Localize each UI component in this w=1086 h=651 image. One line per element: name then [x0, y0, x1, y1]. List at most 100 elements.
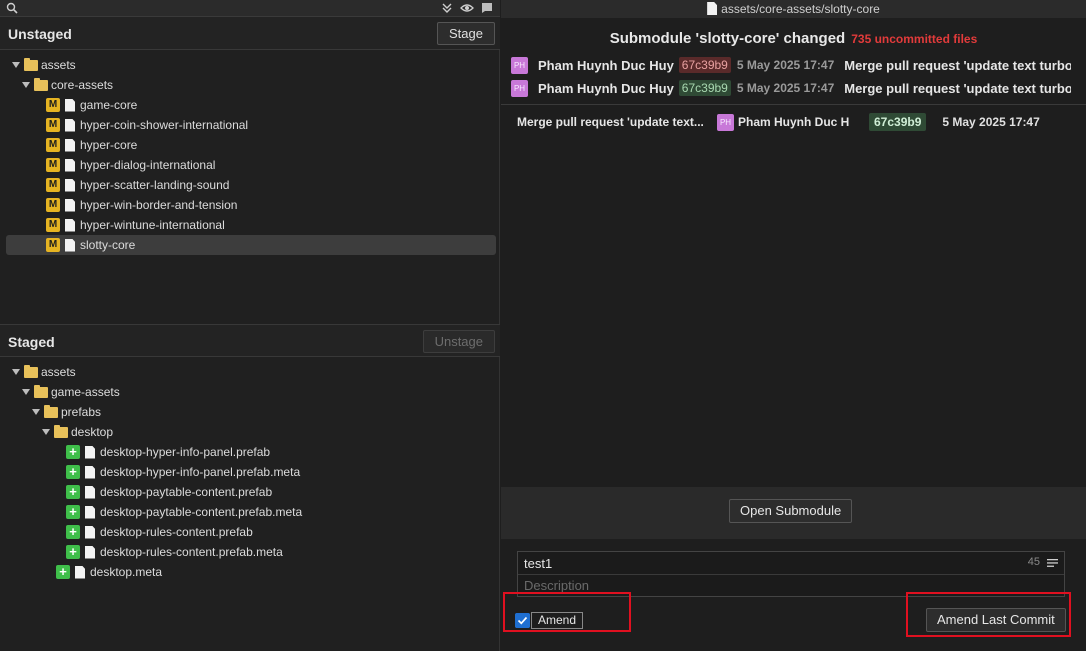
- commit-detail-sha[interactable]: 67c39b9: [869, 113, 927, 131]
- added-badge: +: [66, 465, 80, 479]
- commit-row[interactable]: PH Pham Huynh Duc Huy 67c39b9 5 May 2025 17…: [511, 55, 1071, 75]
- folder-icon: [44, 404, 58, 418]
- file-icon: [65, 178, 75, 192]
- commit-sha[interactable]: 67c39b9: [678, 57, 731, 73]
- search-icon[interactable]: [5, 1, 19, 15]
- chevron-down-icon[interactable]: [22, 81, 30, 89]
- tree-file-row[interactable]: + desktop-hyper-info-panel.prefab.meta: [0, 462, 500, 482]
- file-icon: [65, 218, 75, 232]
- chevron-down-icon[interactable]: [42, 428, 50, 436]
- amend-label[interactable]: Amend: [531, 612, 584, 629]
- unstage-button[interactable]: Unstage: [422, 330, 495, 353]
- file-icon: [65, 138, 75, 152]
- tree-item-label: assets: [41, 365, 76, 379]
- modified-badge: M: [46, 178, 60, 192]
- chevron-down-icon[interactable]: [32, 408, 40, 416]
- diff-pane: assets/core-assets/slotty-core Submodule…: [501, 0, 1086, 651]
- tree-file-row[interactable]: Mhyper-dialog-international: [0, 155, 500, 175]
- tree-item-label: desktop-paytable-content.prefab: [100, 485, 273, 499]
- modified-badge: M: [46, 138, 60, 152]
- tree-folder-row[interactable]: desktop: [0, 422, 500, 442]
- tree-folder-row[interactable]: assets: [0, 55, 500, 75]
- tree-item-label: desktop-hyper-info-panel.prefab: [100, 445, 271, 459]
- chevron-down-icon[interactable]: [12, 61, 20, 69]
- amend-checkbox[interactable]: [515, 613, 530, 628]
- tree-folder-row[interactable]: core-assets: [0, 75, 500, 95]
- tree-file-row[interactable]: Mhyper-coin-shower-international: [0, 115, 500, 135]
- folder-icon: [34, 77, 48, 91]
- added-badge: +: [66, 525, 80, 539]
- file-icon: [85, 545, 95, 559]
- tree-file-row[interactable]: + desktop-rules-content.prefab: [0, 522, 500, 542]
- tree-folder-row[interactable]: game-assets: [0, 382, 500, 402]
- lines-icon[interactable]: [1047, 558, 1058, 568]
- tree-item-label: desktop: [71, 425, 114, 439]
- tree-folder-row[interactable]: prefabs: [0, 402, 500, 422]
- tree-folder-row[interactable]: assets: [0, 362, 500, 382]
- chevron-down-icon[interactable]: [12, 368, 20, 376]
- tree-file-row[interactable]: Mhyper-core: [0, 135, 500, 155]
- submodule-actions: Open Submodule: [501, 487, 1086, 539]
- file-path-bar: assets/core-assets/slotty-core: [501, 0, 1086, 18]
- added-badge: +: [66, 505, 80, 519]
- commit-detail-date: 5 May 2025 17:47: [942, 115, 1040, 129]
- file-icon: [85, 445, 95, 459]
- amend-last-commit-button[interactable]: Amend Last Commit: [926, 608, 1066, 632]
- file-icon: [65, 198, 75, 212]
- eye-icon[interactable]: [460, 1, 474, 15]
- file-icon: [65, 118, 75, 132]
- stage-button[interactable]: Stage: [437, 22, 495, 45]
- tree-item-label: game-core: [80, 98, 138, 112]
- chevron-down-icon[interactable]: [22, 388, 30, 396]
- file-icon: [707, 2, 718, 15]
- tree-file-row[interactable]: + desktop-hyper-info-panel.prefab: [0, 442, 500, 462]
- summary-char-count: 45: [1027, 556, 1040, 568]
- changes-pane: Unstaged Stage assets core-assets Mgame-co…: [0, 0, 500, 651]
- commit-row[interactable]: PH Pham Huynh Duc Huy 67c39b9 5 May 2025 17…: [511, 78, 1071, 98]
- file-icon: [65, 238, 75, 252]
- tree-file-row[interactable]: Mhyper-wintune-international: [0, 215, 500, 235]
- comment-icon[interactable]: [480, 1, 494, 15]
- avatar: PH: [511, 56, 528, 74]
- tree-item-label: hyper-dialog-international: [80, 158, 216, 172]
- tree-item-label: hyper-win-border-and-tension: [80, 198, 238, 212]
- file-icon: [65, 98, 75, 112]
- commit-message: Merge pull request 'update text turbo: [844, 57, 1071, 73]
- tree-item-label: prefabs: [61, 405, 102, 419]
- tree-item-label: desktop-rules-content.prefab: [100, 525, 253, 539]
- commit-author: Pham Huynh Duc Huy: [538, 80, 674, 96]
- commit-sha[interactable]: 67c39b9: [678, 80, 731, 96]
- commit-description-input[interactable]: Description: [524, 578, 589, 593]
- file-icon: [85, 525, 95, 539]
- file-icon: [65, 158, 75, 172]
- tree-file-row[interactable]: Mhyper-win-border-and-tension: [0, 195, 500, 215]
- folder-icon: [24, 57, 38, 71]
- tree-item-label: desktop-hyper-info-panel.prefab.meta: [100, 465, 301, 479]
- modified-badge: M: [46, 118, 60, 132]
- tree-item-label: hyper-core: [80, 138, 138, 152]
- tree-file-row[interactable]: Mgame-core: [0, 95, 500, 115]
- tree-file-row[interactable]: Mhyper-scatter-landing-sound: [0, 175, 500, 195]
- commit-message-box: test1 45 Description: [517, 551, 1065, 597]
- changes-toolbar: [0, 0, 500, 17]
- commit-message: Merge pull request 'update text turbo: [844, 80, 1071, 96]
- tree-item-label: hyper-wintune-international: [80, 218, 225, 232]
- avatar: PH: [511, 79, 528, 97]
- collapse-all-icon[interactable]: [440, 1, 454, 15]
- file-icon: [85, 505, 95, 519]
- open-submodule-button[interactable]: Open Submodule: [729, 499, 853, 523]
- tree-file-row[interactable]: + desktop-rules-content.prefab.meta: [0, 542, 500, 562]
- unstaged-header: Unstaged Stage: [0, 17, 500, 50]
- tree-file-row[interactable]: + desktop.meta: [0, 562, 500, 582]
- modified-badge: M: [46, 158, 60, 172]
- tree-file-row[interactable]: + desktop-paytable-content.prefab: [0, 482, 500, 502]
- tree-file-row[interactable]: Mslotty-core: [6, 235, 496, 255]
- commit-summary-input[interactable]: test1: [518, 552, 1064, 575]
- file-path: assets/core-assets/slotty-core: [721, 2, 880, 16]
- tree-item-label: hyper-coin-shower-international: [80, 118, 249, 132]
- commit-date: 5 May 2025 17:47: [736, 81, 835, 95]
- tree-file-row[interactable]: + desktop-paytable-content.prefab.meta: [0, 502, 500, 522]
- file-icon: [85, 465, 95, 479]
- commit-detail-row[interactable]: Merge pull request 'update text... PH Ph…: [517, 112, 1077, 132]
- added-badge: +: [66, 445, 80, 459]
